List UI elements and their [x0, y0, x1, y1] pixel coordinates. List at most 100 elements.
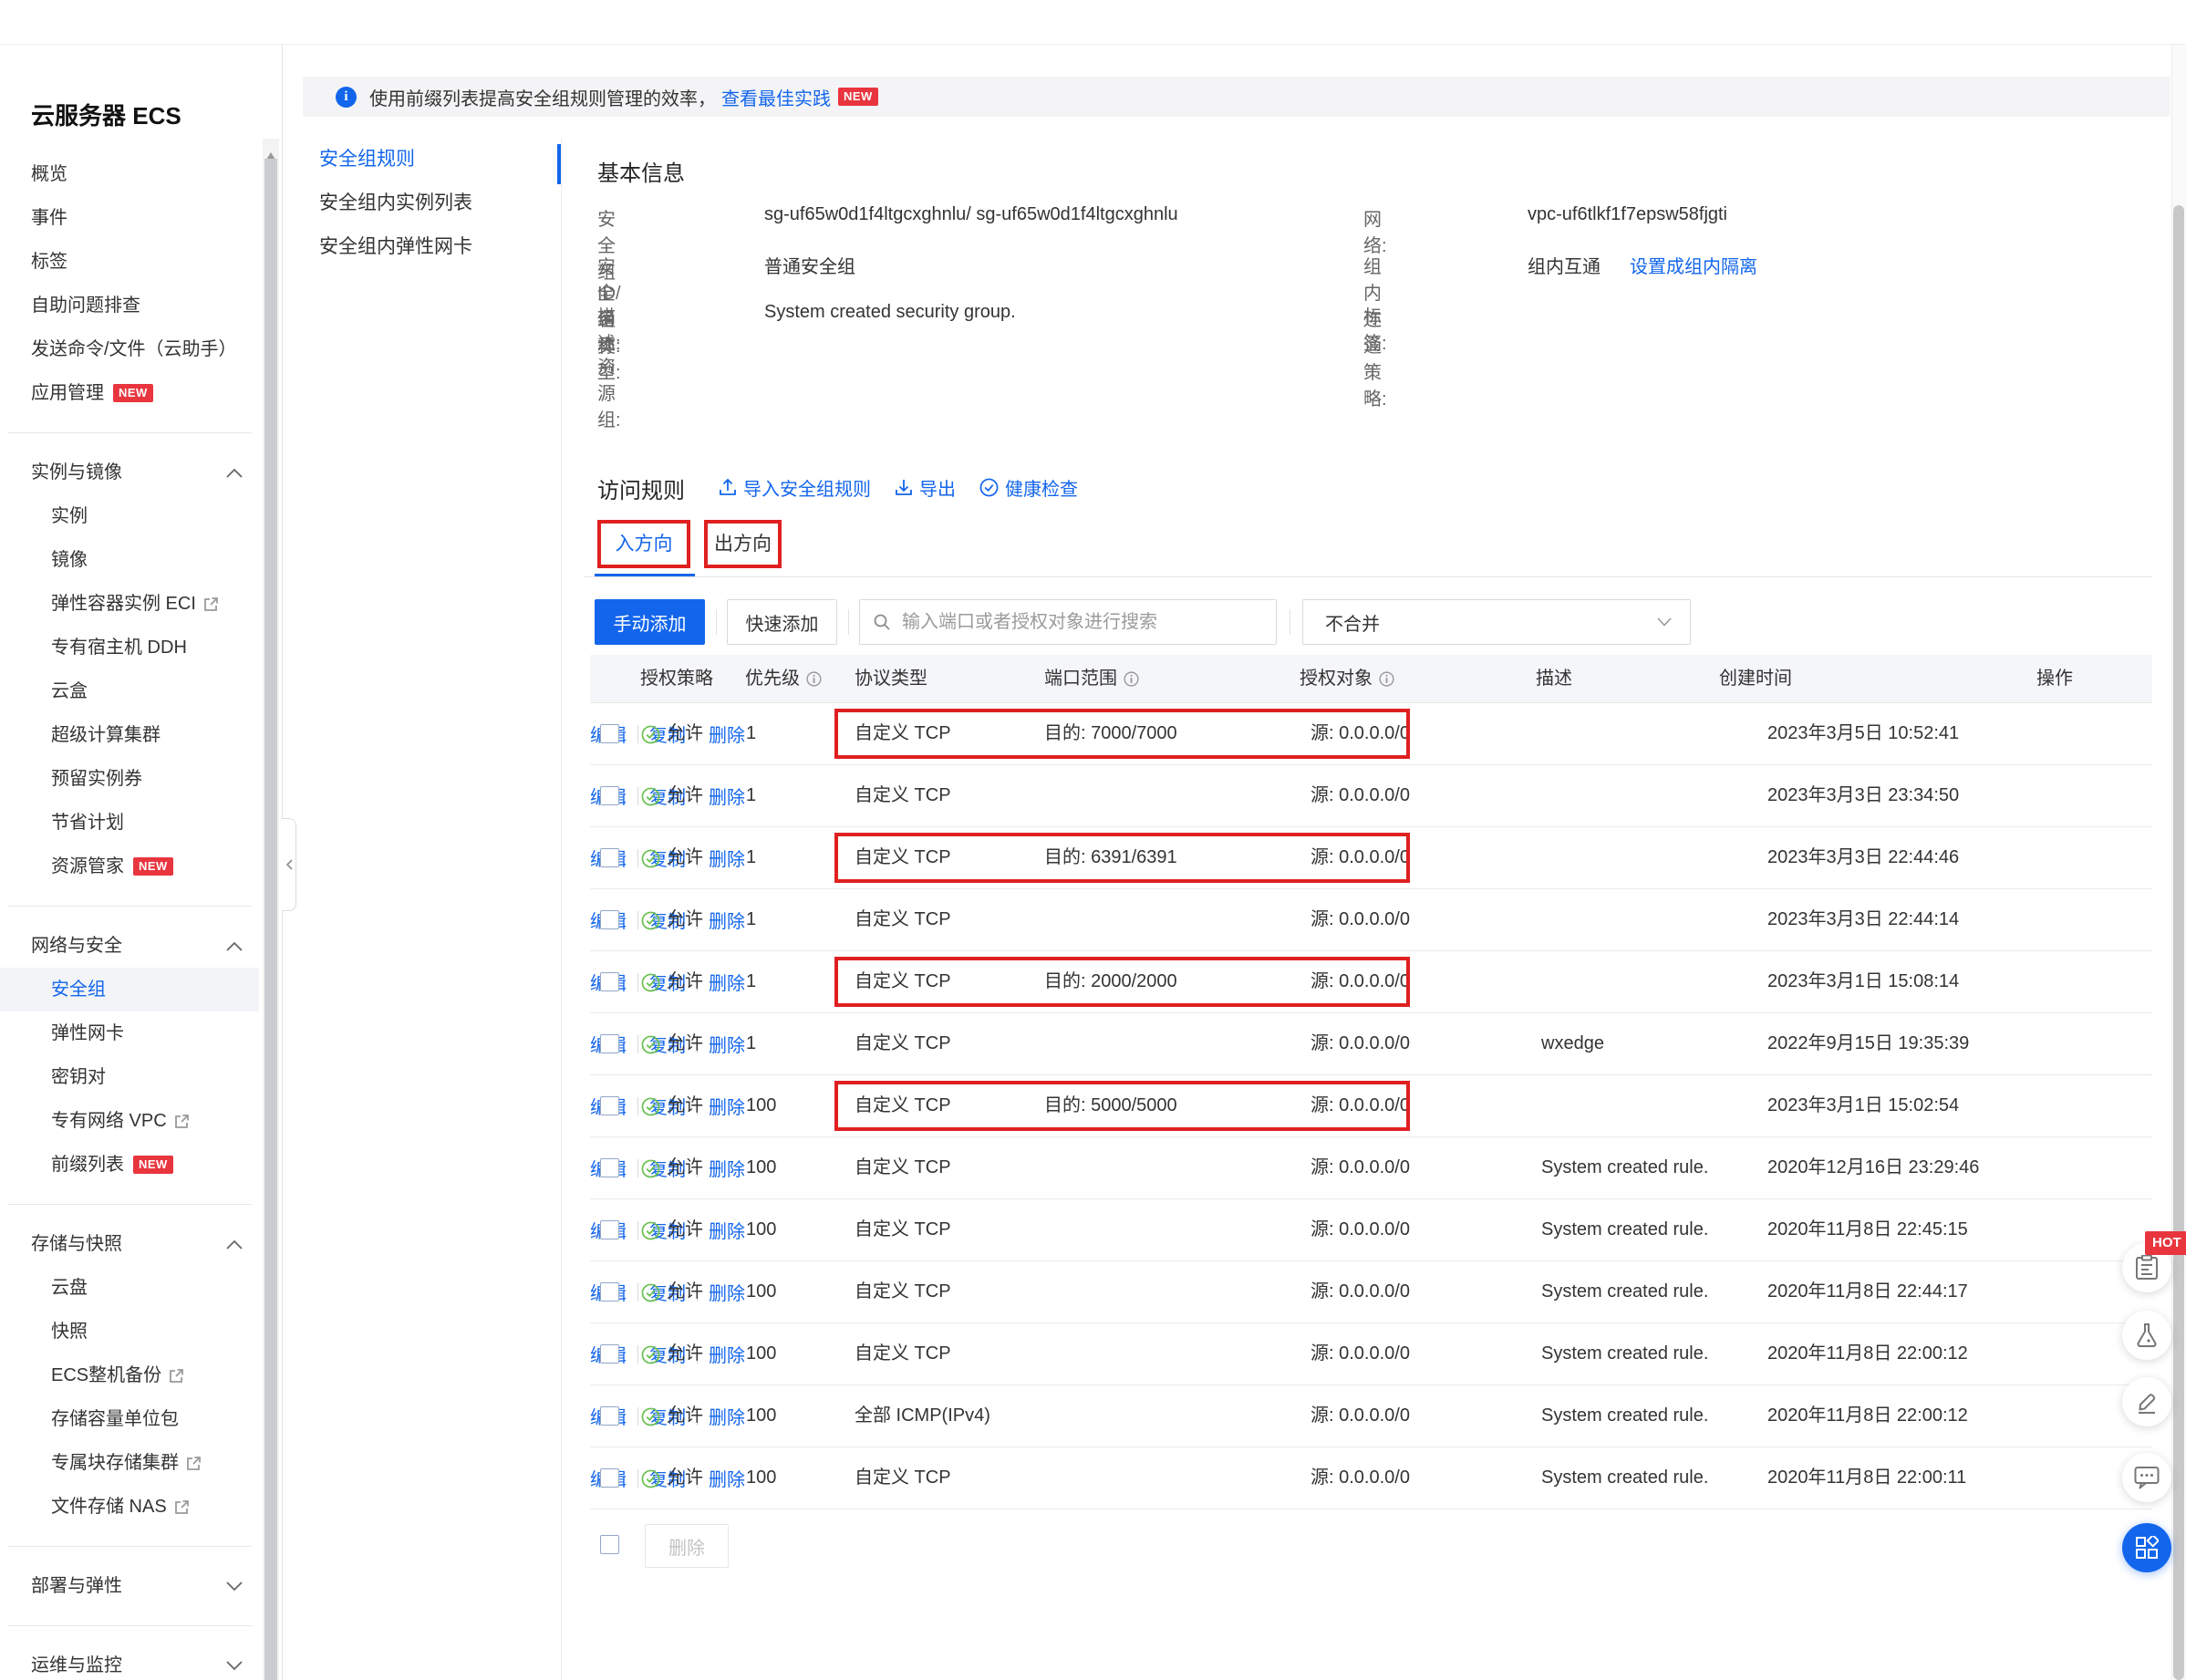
- sidebar-item[interactable]: 弹性容器实例 ECI: [0, 582, 259, 626]
- row-checkbox[interactable]: [600, 848, 619, 867]
- sidebar-item[interactable]: 资源管家NEW: [0, 845, 259, 888]
- import-action-link[interactable]: 导入安全组规则: [719, 474, 871, 501]
- isolation-setting-link[interactable]: 设置成组内隔离: [1630, 252, 1757, 278]
- info-icon[interactable]: [1124, 671, 1139, 687]
- external-link-icon: [174, 1114, 190, 1129]
- allow-check-icon: [641, 725, 660, 750]
- sidebar-item[interactable]: 专有宿主机 DDH: [0, 626, 259, 669]
- delete-link[interactable]: 删除: [709, 907, 745, 933]
- row-checkbox[interactable]: [600, 1158, 619, 1177]
- sidebar-collapse-handle[interactable]: [282, 818, 296, 911]
- quick-add-button[interactable]: 快速添加: [727, 599, 837, 645]
- chat-float-button[interactable]: [2122, 1453, 2171, 1502]
- batch-delete-button[interactable]: 删除: [645, 1524, 729, 1568]
- tab-outbound[interactable]: 出方向: [704, 520, 782, 568]
- tabs-bottom-border: [584, 576, 2152, 577]
- apps-float-button[interactable]: [2122, 1523, 2171, 1572]
- delete-link[interactable]: 删除: [709, 1093, 745, 1119]
- health-action-link[interactable]: 健康检查: [979, 474, 1078, 501]
- sidebar-item[interactable]: 实例与镜像: [0, 451, 259, 494]
- info-icon[interactable]: [806, 671, 822, 687]
- sidebar-item[interactable]: 网络与安全: [0, 924, 259, 968]
- delete-link[interactable]: 删除: [709, 1279, 745, 1305]
- sidebar-item[interactable]: 实例: [0, 494, 259, 538]
- sidebar-item[interactable]: 概览: [0, 152, 259, 196]
- secondary-nav-item[interactable]: 安全组内弹性网卡: [319, 225, 538, 269]
- new-badge: NEW: [133, 1156, 173, 1174]
- sidebar-item[interactable]: 运维与监控: [0, 1644, 259, 1680]
- sidebar-item[interactable]: 密钥对: [0, 1055, 259, 1099]
- info-icon[interactable]: [1379, 671, 1394, 687]
- manual-add-button[interactable]: 手动添加: [595, 599, 705, 645]
- sidebar-item[interactable]: 超级计算集群: [0, 713, 259, 757]
- secondary-nav-item[interactable]: 安全组内实例列表: [319, 181, 538, 225]
- sidebar-item[interactable]: ECS整机备份: [0, 1353, 259, 1397]
- sidebar-item[interactable]: 部署与弹性: [0, 1564, 259, 1608]
- delete-link[interactable]: 删除: [709, 783, 745, 809]
- delete-link[interactable]: 删除: [709, 721, 745, 747]
- delete-link[interactable]: 删除: [709, 845, 745, 871]
- rule-row: 允许1自定义 TCP源: 0.0.0.0/02023年3月3日 22:44:14…: [590, 889, 2152, 951]
- export-action-link[interactable]: 导出: [895, 474, 956, 501]
- lab-float-button[interactable]: [2122, 1311, 2171, 1360]
- delete-link[interactable]: 删除: [709, 1341, 745, 1367]
- cell-created: 2022年9月15日 19:35:39: [1767, 1013, 1969, 1074]
- delete-link[interactable]: 删除: [709, 1031, 745, 1057]
- sidebar-item[interactable]: 节省计划: [0, 801, 259, 845]
- row-checkbox[interactable]: [600, 1034, 619, 1053]
- sidebar-item[interactable]: 快照: [0, 1310, 259, 1353]
- banner-best-practice-link[interactable]: 查看最佳实践: [721, 84, 831, 110]
- row-checkbox[interactable]: [600, 786, 619, 805]
- row-checkbox[interactable]: [600, 724, 619, 743]
- sidebar-item[interactable]: 云盒: [0, 669, 259, 713]
- sidebar-item[interactable]: 发送命令/文件（云助手）: [0, 327, 259, 371]
- row-checkbox[interactable]: [600, 1220, 619, 1239]
- feedback-float-button[interactable]: [2122, 1377, 2171, 1426]
- row-checkbox[interactable]: [600, 1282, 619, 1301]
- merge-select[interactable]: 不合并: [1302, 599, 1691, 645]
- rule-row: 允许1自定义 TCP目的: 7000/7000源: 0.0.0.0/02023年…: [590, 703, 2152, 765]
- row-checkbox[interactable]: [600, 1344, 619, 1364]
- sidebar-item[interactable]: 云盘: [0, 1266, 259, 1310]
- sidebar-item[interactable]: 应用管理NEW: [0, 371, 259, 415]
- tab-inbound[interactable]: 入方向: [597, 520, 690, 568]
- page-scrollbar-thumb[interactable]: [2173, 205, 2184, 1680]
- sidebar-item[interactable]: 存储容量单位包: [0, 1397, 259, 1441]
- pencil-icon: [2135, 1390, 2159, 1414]
- row-checkbox[interactable]: [600, 1096, 619, 1115]
- sidebar-item[interactable]: 前缀列表NEW: [0, 1143, 259, 1187]
- access-rules-title: 访问规则: [597, 472, 685, 504]
- delete-link[interactable]: 删除: [709, 969, 745, 995]
- sidebar-item[interactable]: 自助问题排查: [0, 284, 259, 327]
- sidebar-item[interactable]: 弹性网卡: [0, 1011, 259, 1055]
- delete-link[interactable]: 删除: [709, 1217, 745, 1243]
- cell-policy: 允许: [667, 1447, 703, 1509]
- delete-link[interactable]: 删除: [709, 1465, 745, 1491]
- sidebar-item[interactable]: 存储与快照: [0, 1222, 259, 1266]
- rule-search-input[interactable]: [900, 611, 1250, 634]
- sidebar-item[interactable]: 事件: [0, 196, 259, 240]
- scrollbar-up-arrow-icon[interactable]: [266, 144, 275, 151]
- row-checkbox[interactable]: [600, 1468, 619, 1488]
- sidebar-item[interactable]: 标签: [0, 240, 259, 284]
- sidebar-item[interactable]: 专有网络 VPC: [0, 1099, 259, 1143]
- sidebar-item[interactable]: 预留实例券: [0, 757, 259, 801]
- row-checkbox[interactable]: [600, 1406, 619, 1426]
- row-checkbox[interactable]: [600, 972, 619, 991]
- delete-link[interactable]: 删除: [709, 1155, 745, 1181]
- import-icon: [719, 478, 737, 496]
- rule-row: 允许1自定义 TCP源: 0.0.0.0/0wxedge2022年9月15日 1…: [590, 1013, 2152, 1075]
- cell-created: 2023年3月1日 15:08:14: [1767, 951, 1959, 1012]
- sidebar-item[interactable]: 镜像: [0, 538, 259, 582]
- secondary-nav-item[interactable]: 安全组规则: [319, 138, 538, 181]
- rule-row: 允许100自定义 TCP源: 0.0.0.0/0System created r…: [590, 1137, 2152, 1199]
- sidebar-scrollbar-thumb[interactable]: [264, 159, 277, 1680]
- row-checkbox[interactable]: [600, 910, 619, 929]
- sidebar-item[interactable]: 文件存储 NAS: [0, 1485, 259, 1529]
- sidebar-item[interactable]: 专属块存储集群: [0, 1441, 259, 1485]
- cell-policy: 允许: [667, 703, 703, 764]
- rule-search-box[interactable]: [859, 599, 1277, 645]
- delete-link[interactable]: 删除: [709, 1403, 745, 1429]
- sidebar-item[interactable]: 安全组: [0, 968, 259, 1011]
- select-all-checkbox[interactable]: [600, 1535, 619, 1554]
